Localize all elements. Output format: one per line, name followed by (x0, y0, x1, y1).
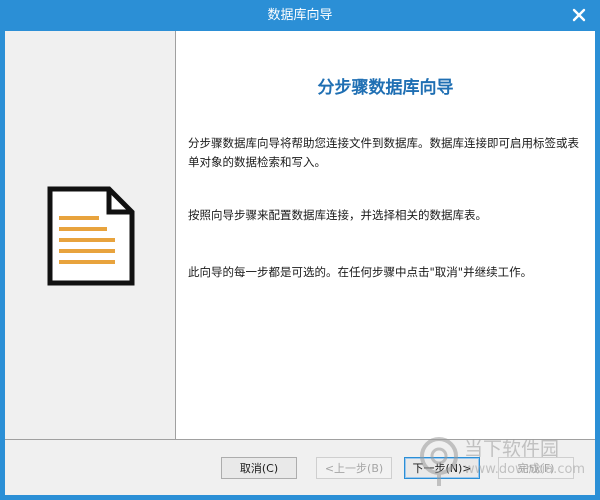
button-bar: 取消(C) <上一步(B) 下一步(N)> 完成(F) (5, 439, 595, 495)
close-button[interactable] (567, 3, 591, 27)
steps-paragraph: 按照向导步骤来配置数据库连接，并选择相关的数据库表。 (188, 208, 487, 222)
next-button[interactable]: 下一步(N)> (404, 457, 480, 479)
intro-paragraph: 分步骤数据库向导将帮助您连接文件到数据库。数据库连接即可启用标签或表单对象的数据… (188, 136, 579, 169)
wizard-content: 分步骤数据库向导 分步骤数据库向导将帮助您连接文件到数据库。数据库连接即可启用标… (175, 31, 595, 439)
wizard-window: 数据库向导 分步骤数据库向导 分步骤数据库向导将帮助您连接文件到数据库。数据库连… (0, 0, 600, 500)
cancel-button[interactable]: 取消(C) (221, 457, 297, 479)
window-title: 数据库向导 (267, 8, 333, 23)
wizard-client-area: 分步骤数据库向导 分步骤数据库向导将帮助您连接文件到数据库。数据库连接即可启用标… (5, 31, 595, 495)
title-bar: 数据库向导 (5, 0, 595, 31)
left-panel (5, 31, 175, 439)
previous-button[interactable]: <上一步(B) (316, 457, 392, 479)
document-icon (47, 186, 135, 286)
finish-button[interactable]: 完成(F) (498, 457, 574, 479)
optional-paragraph: 此向导的每一步都是可选的。在任何步骤中点击"取消"并继续工作。 (188, 265, 533, 279)
close-icon (572, 8, 586, 22)
wizard-heading: 分步骤数据库向导 (317, 78, 454, 98)
